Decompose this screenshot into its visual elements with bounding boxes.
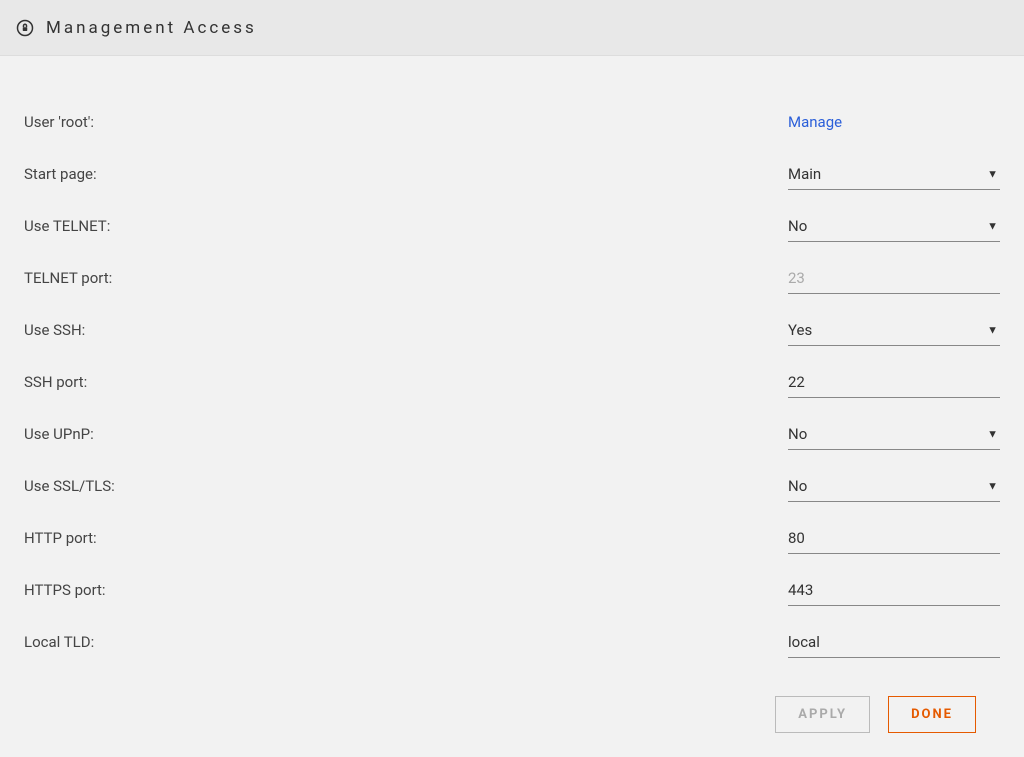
use-telnet-value: No [788, 217, 807, 235]
manage-link[interactable]: Manage [788, 113, 842, 131]
row-use-telnet: Use TELNET: No ▼ [24, 200, 1000, 252]
label-start-page: Start page: [24, 165, 788, 183]
https-port-input[interactable] [788, 575, 1000, 606]
start-page-value: Main [788, 165, 821, 183]
row-use-ssl: Use SSL/TLS: No ▼ [24, 460, 1000, 512]
use-ssh-select[interactable]: Yes ▼ [788, 314, 1000, 346]
label-local-tld: Local TLD: [24, 633, 788, 651]
local-tld-input[interactable] [788, 627, 1000, 658]
row-start-page: Start page: Main ▼ [24, 148, 1000, 200]
row-https-port: HTTPS port: [24, 564, 1000, 616]
use-upnp-value: No [788, 425, 807, 443]
http-port-input[interactable] [788, 523, 1000, 554]
chevron-down-icon: ▼ [987, 323, 998, 336]
use-upnp-select[interactable]: No ▼ [788, 418, 1000, 450]
label-ssh-port: SSH port: [24, 373, 788, 391]
action-buttons: Apply Done [24, 696, 1000, 733]
row-local-tld: Local TLD: [24, 616, 1000, 668]
use-telnet-select[interactable]: No ▼ [788, 210, 1000, 242]
label-https-port: HTTPS port: [24, 581, 788, 599]
use-ssh-value: Yes [788, 321, 812, 339]
lock-icon [16, 19, 34, 37]
use-ssl-select[interactable]: No ▼ [788, 470, 1000, 502]
done-button[interactable]: Done [888, 696, 976, 733]
chevron-down-icon: ▼ [987, 167, 998, 180]
row-http-port: HTTP port: [24, 512, 1000, 564]
label-use-ssh: Use SSH: [24, 321, 788, 339]
telnet-port-input[interactable] [788, 263, 1000, 294]
row-telnet-port: TELNET port: [24, 252, 1000, 304]
label-use-upnp: Use UPnP: [24, 425, 788, 443]
page-title: Management Access [46, 18, 257, 38]
chevron-down-icon: ▼ [987, 479, 998, 492]
label-use-ssl: Use SSL/TLS: [24, 477, 788, 495]
row-use-ssh: Use SSH: Yes ▼ [24, 304, 1000, 356]
row-use-upnp: Use UPnP: No ▼ [24, 408, 1000, 460]
use-ssl-value: No [788, 477, 807, 495]
chevron-down-icon: ▼ [987, 219, 998, 232]
start-page-select[interactable]: Main ▼ [788, 158, 1000, 190]
label-telnet-port: TELNET port: [24, 269, 788, 287]
label-use-telnet: Use TELNET: [24, 217, 788, 235]
label-http-port: HTTP port: [24, 529, 788, 547]
chevron-down-icon: ▼ [987, 427, 998, 440]
row-user-root: User 'root': Manage [24, 96, 1000, 148]
page-header: Management Access [0, 0, 1024, 56]
apply-button[interactable]: Apply [775, 696, 870, 733]
row-ssh-port: SSH port: [24, 356, 1000, 408]
settings-form: User 'root': Manage Start page: Main ▼ U… [0, 56, 1024, 757]
ssh-port-input[interactable] [788, 367, 1000, 398]
label-user-root: User 'root': [24, 113, 788, 131]
